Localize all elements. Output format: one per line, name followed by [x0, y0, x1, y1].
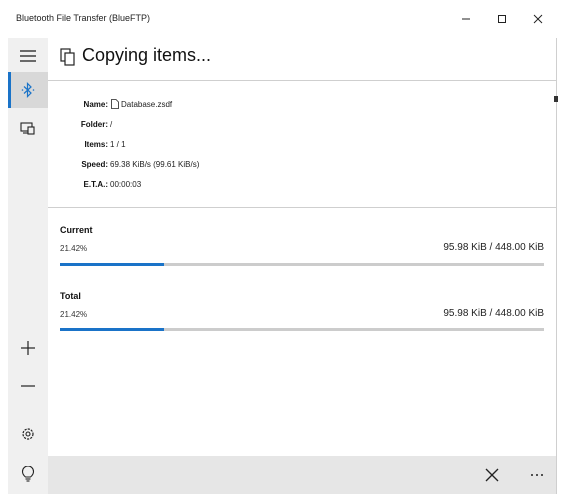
cancel-icon	[485, 468, 499, 482]
more-options-button[interactable]	[525, 463, 549, 487]
scrollbar-track	[556, 38, 557, 494]
items-value: 1 / 1	[110, 140, 126, 149]
add-icon	[21, 341, 35, 355]
eta-value: 00:00:03	[110, 180, 142, 189]
scroll-thumb-icon[interactable]	[554, 96, 558, 102]
info-divider	[48, 207, 556, 208]
folder-value: /	[110, 120, 113, 129]
tips-button[interactable]	[8, 456, 48, 492]
remove-button[interactable]	[8, 368, 48, 404]
maximize-icon	[498, 15, 506, 23]
speed-value: 69.38 KiB/s (99.61 KiB/s)	[110, 160, 200, 169]
window-title: Bluetooth File Transfer (BlueFTP)	[16, 13, 151, 23]
settings-icon	[22, 428, 34, 440]
current-percent: 21.42%	[60, 244, 88, 253]
minimize-button[interactable]	[455, 8, 477, 30]
name-label: Name:	[83, 100, 108, 109]
copy-icon	[60, 48, 75, 66]
sidebar-item-bluetooth[interactable]	[8, 72, 48, 108]
add-button[interactable]	[8, 330, 48, 366]
app-window: Bluetooth File Transfer (BlueFTP) Copyin…	[0, 0, 563, 500]
settings-button[interactable]	[8, 416, 48, 452]
speed-label: Speed:	[81, 160, 108, 169]
total-size: 95.98 KiB / 448.00 KiB	[443, 308, 544, 319]
eta-label: E.T.A.:	[83, 180, 108, 189]
title-bar: Bluetooth File Transfer (BlueFTP)	[0, 0, 563, 38]
maximize-button[interactable]	[491, 8, 513, 30]
more-icon	[531, 474, 543, 476]
page-title: Copying items...	[82, 45, 212, 65]
total-progress-bar	[60, 328, 544, 331]
lightbulb-icon	[21, 466, 35, 482]
hamburger-icon	[20, 50, 36, 62]
total-percent: 21.42%	[60, 310, 88, 319]
header-divider	[48, 80, 556, 81]
devices-icon	[20, 122, 35, 135]
name-value: Database.zsdf	[121, 100, 173, 109]
minimize-icon	[462, 18, 470, 20]
current-progress-bar	[60, 263, 544, 266]
sidebar-item-devices[interactable]	[8, 110, 48, 146]
command-bar	[48, 456, 556, 494]
close-window-button[interactable]	[527, 8, 549, 30]
current-size: 95.98 KiB / 448.00 KiB	[443, 242, 544, 253]
close-icon	[533, 14, 543, 24]
hamburger-menu-button[interactable]	[8, 38, 48, 74]
bluetooth-icon	[21, 82, 35, 98]
current-progress-fill	[60, 263, 164, 266]
remove-icon	[21, 385, 35, 387]
file-icon	[111, 99, 119, 109]
current-title: Current	[60, 225, 93, 235]
total-title: Total	[60, 291, 81, 301]
sidebar	[8, 38, 48, 494]
folder-label: Folder:	[80, 120, 108, 129]
items-label: Items:	[84, 140, 108, 149]
cancel-transfer-button[interactable]	[480, 463, 504, 487]
total-progress-fill	[60, 328, 164, 331]
